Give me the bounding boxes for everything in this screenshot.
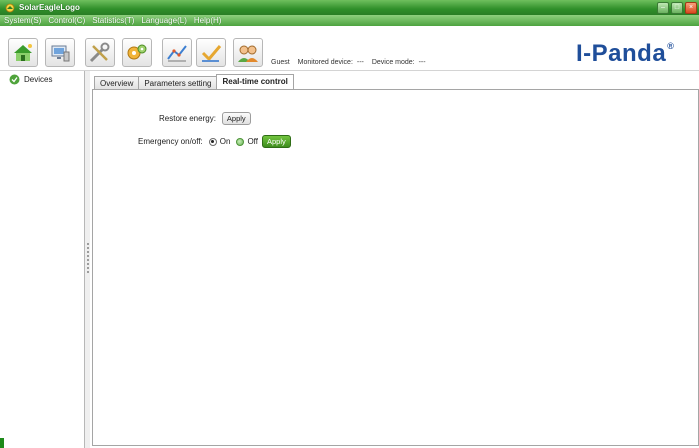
maximize-button[interactable]: □ bbox=[671, 2, 683, 14]
brand-name: I-Panda bbox=[576, 40, 667, 67]
menu-language[interactable]: Language(L) bbox=[141, 16, 186, 25]
tools-button[interactable] bbox=[85, 38, 115, 67]
tab-bar: Overview Parameters setting Real-time co… bbox=[94, 74, 294, 89]
emergency-row: Emergency on/off: On Off Apply bbox=[138, 135, 291, 148]
emergency-off-label: Off bbox=[247, 137, 258, 146]
status-line: Guest Monitored device: --- Device mode:… bbox=[271, 59, 432, 66]
emergency-on-radio[interactable] bbox=[208, 137, 217, 146]
tab-overview[interactable]: Overview bbox=[94, 76, 140, 89]
toolbar: Guest Monitored device: --- Device mode:… bbox=[0, 26, 699, 71]
menu-bar: System(S) Control(C) Statistics(T) Langu… bbox=[0, 15, 699, 26]
home-button[interactable] bbox=[8, 38, 38, 67]
monitor-icon bbox=[51, 45, 70, 61]
device-tree-sidebar: Devices bbox=[0, 71, 85, 448]
minimize-button[interactable]: – bbox=[657, 2, 669, 14]
monitored-device-label: Monitored device: bbox=[297, 59, 353, 66]
menu-help[interactable]: Help(H) bbox=[194, 16, 222, 25]
window-title: SolarEagleLogo bbox=[19, 3, 80, 12]
close-button[interactable]: × bbox=[685, 2, 697, 14]
tools-icon bbox=[89, 42, 110, 62]
sidebar-item-devices[interactable]: Devices bbox=[9, 74, 52, 85]
device-icon bbox=[9, 74, 20, 85]
title-bar: SolarEagleLogo – □ × bbox=[0, 0, 699, 15]
grip-dot bbox=[86, 263, 89, 265]
emergency-apply-button[interactable]: Apply bbox=[261, 135, 291, 148]
grip-dot bbox=[86, 267, 89, 269]
tab-real-time-control[interactable]: Real-time control bbox=[216, 74, 294, 89]
menu-system[interactable]: System(S) bbox=[4, 16, 41, 25]
real-time-control-panel: Restore energy: Apply Emergency on/off: … bbox=[92, 89, 699, 446]
device-mode-value: --- bbox=[418, 59, 426, 66]
menu-statistics[interactable]: Statistics(T) bbox=[92, 16, 134, 25]
sidebar-edge-marker bbox=[0, 438, 4, 448]
restore-energy-row: Restore energy: Apply bbox=[159, 112, 251, 125]
user-name: Guest bbox=[271, 59, 290, 66]
grip-dot bbox=[86, 247, 89, 249]
app-logo-icon bbox=[5, 3, 15, 12]
monitor-button[interactable] bbox=[45, 38, 75, 67]
gears-icon bbox=[127, 44, 147, 59]
device-mode-label: Device mode: bbox=[371, 59, 415, 66]
checkmark-icon bbox=[201, 44, 222, 62]
tab-parameters-setting[interactable]: Parameters setting bbox=[138, 76, 218, 89]
emergency-label: Emergency on/off: bbox=[138, 137, 203, 146]
grip-dot bbox=[86, 243, 89, 245]
menu-control[interactable]: Control(C) bbox=[48, 16, 85, 25]
grip-dot bbox=[86, 251, 89, 253]
statistics-button[interactable] bbox=[162, 38, 192, 67]
monitored-device-value: --- bbox=[356, 59, 364, 66]
chart-icon bbox=[167, 44, 187, 61]
grip-dot bbox=[86, 255, 89, 257]
emergency-on-label: On bbox=[219, 137, 231, 146]
sidebar-item-label: Devices bbox=[24, 75, 53, 84]
restore-apply-button[interactable]: Apply bbox=[221, 112, 251, 125]
users-icon bbox=[238, 45, 258, 62]
registered-mark: ® bbox=[667, 41, 675, 51]
emergency-off-radio[interactable] bbox=[236, 137, 245, 146]
grip-dot bbox=[86, 259, 89, 261]
users-button[interactable] bbox=[233, 38, 263, 67]
settings-button[interactable] bbox=[122, 38, 152, 67]
check-button[interactable] bbox=[196, 38, 226, 67]
restore-energy-label: Restore energy: bbox=[159, 114, 216, 123]
brand-logo: I-Panda® bbox=[576, 40, 674, 68]
house-icon bbox=[14, 43, 32, 61]
main-area: Overview Parameters setting Real-time co… bbox=[90, 71, 699, 448]
grip-dot bbox=[86, 271, 89, 273]
